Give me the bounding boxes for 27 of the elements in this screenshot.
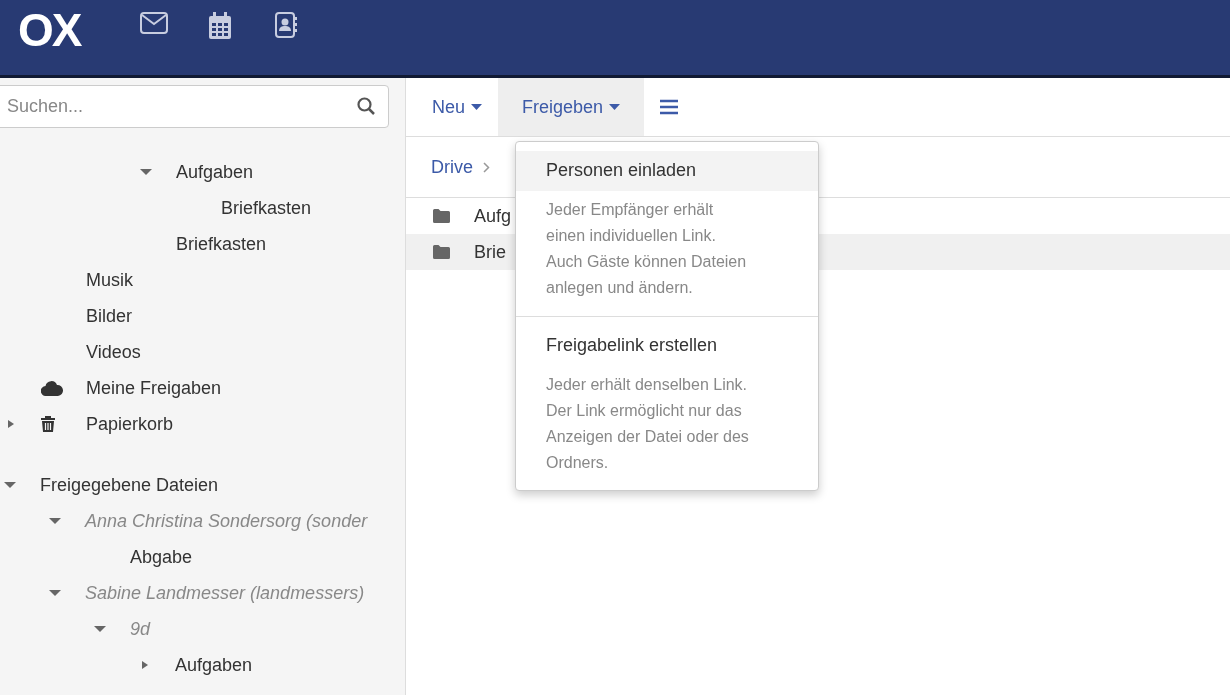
breadcrumb-link[interactable]: Drive <box>431 153 473 181</box>
dropdown-button[interactable]: Neu <box>416 78 499 136</box>
folder-name: Papierkorb <box>86 412 174 436</box>
file-list-row[interactable]: Aufg <box>406 198 515 234</box>
dropdown-button[interactable]: Freigeben <box>498 78 645 136</box>
file-list-row[interactable]: Brie <box>406 234 515 270</box>
file-name: Brie <box>474 240 506 264</box>
menu-item-description: Jeder Empfänger erhält einen individuellen Link. Auch Gäste können Dateien anlegen und ändern. <box>545 200 748 298</box>
file-name: Aufg <box>474 204 512 228</box>
folder-name: Briefkasten <box>176 232 267 256</box>
folder-name: Abgabe <box>130 545 193 569</box>
folder-name: Briefkasten <box>221 196 312 220</box>
folder-name: Freigegebene Dateien <box>40 473 219 497</box>
folder-name: Anna Christina Sondersorg (sonder <box>85 509 368 533</box>
folder-name: Musik <box>86 268 133 292</box>
folder-name: Meine Freigaben <box>86 376 222 400</box>
folder-name: Sabine Landmesser (landmessers) <box>85 581 365 605</box>
logo: OX <box>18 4 81 56</box>
folder-name: Videos <box>86 340 141 364</box>
folder-name: Bilder <box>86 304 133 328</box>
search-field[interactable]: Suchen... <box>0 85 389 128</box>
folder-name: 9d <box>130 617 151 641</box>
menu-item[interactable]: Freigabelink erstellen <box>516 326 818 366</box>
menu-item[interactable]: Personen einladen <box>516 151 818 191</box>
folder-name: Aufgaben <box>176 160 254 184</box>
menu-item-description: Jeder erhält denselben Link. Der Link ermöglicht nur das Anzeigen der Datei oder des Ordners. <box>545 375 750 473</box>
folder-name: Aufgaben <box>175 653 253 677</box>
